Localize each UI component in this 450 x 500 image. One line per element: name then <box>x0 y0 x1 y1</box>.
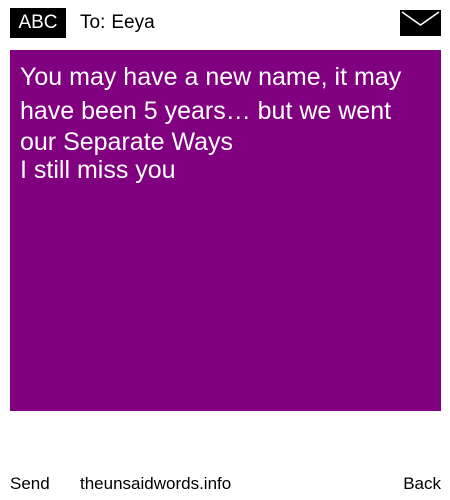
site-link[interactable]: theunsaidwords.info <box>80 470 231 498</box>
envelope-icon[interactable] <box>400 10 441 36</box>
recipient-name: Eeya <box>111 12 155 33</box>
message-body: You may have a new name, it may have bee… <box>10 50 441 411</box>
message-line: have been 5 years… but we went <box>20 97 392 125</box>
send-button[interactable]: Send <box>10 470 50 498</box>
recipient-line: To: Eeya <box>80 8 155 38</box>
abc-badge[interactable]: ABC <box>10 8 66 38</box>
message-line: I still miss you <box>20 156 176 184</box>
message-header: ABC To: Eeya <box>0 0 450 46</box>
footer-bar: Send theunsaidwords.info Back <box>0 470 450 498</box>
message-line: our Separate Ways <box>20 128 234 156</box>
to-label: To: <box>80 12 106 33</box>
back-button[interactable]: Back <box>403 470 441 498</box>
message-line: You may have a new name, it may <box>20 63 402 91</box>
